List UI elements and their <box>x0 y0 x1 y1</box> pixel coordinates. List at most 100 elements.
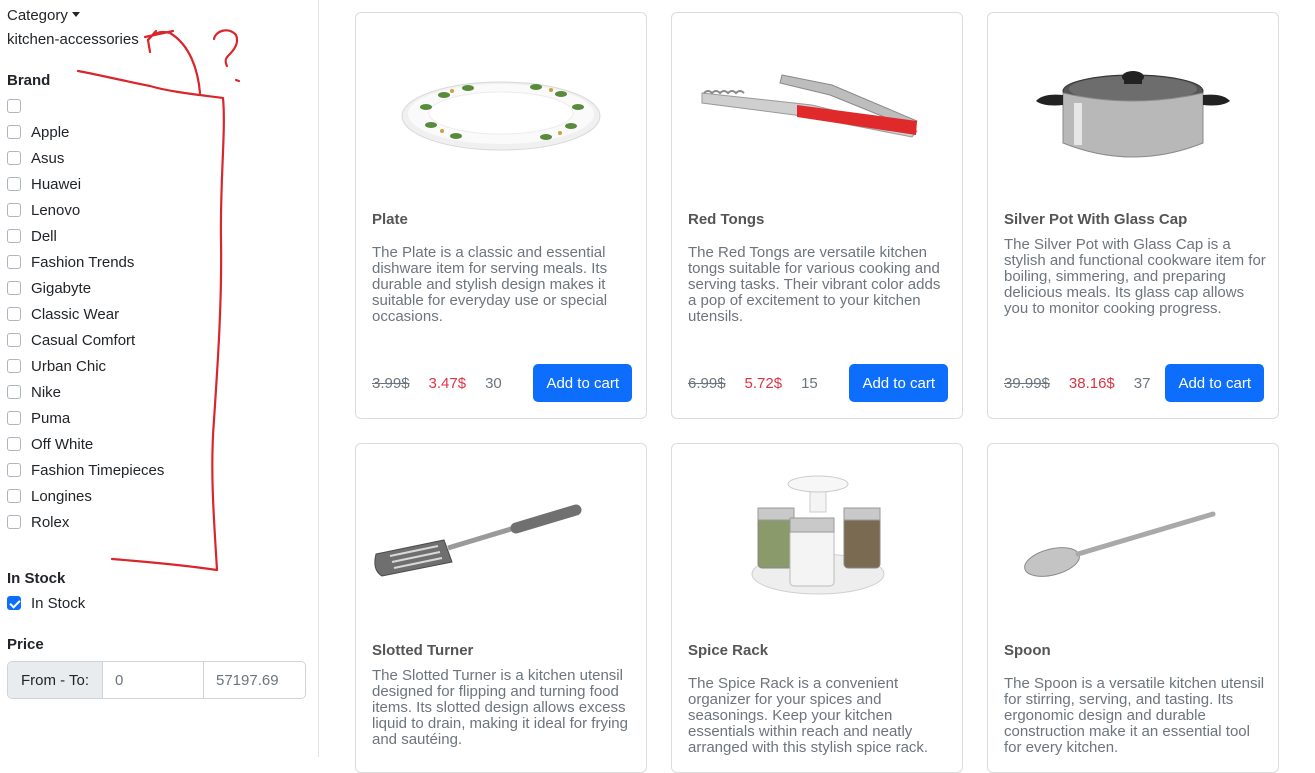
brand-label: Urban Chic <box>31 357 107 375</box>
product-footer: 6.99$ 5.72$ 15 Add to cart <box>688 364 948 402</box>
brand-checkbox[interactable] <box>7 489 21 503</box>
brand-checkbox[interactable] <box>7 333 21 347</box>
product-card: Silver Pot With Glass Cap The Silver Pot… <box>987 12 1279 419</box>
brand-checkbox[interactable] <box>7 463 21 477</box>
stock-count: 30 <box>485 374 502 392</box>
product-title: Plate <box>372 211 408 228</box>
plate-image <box>401 81 601 151</box>
brand-option-gigabyte[interactable]: Gigabyte <box>7 275 164 301</box>
brand-option-blank[interactable] <box>7 93 164 119</box>
selected-category: kitchen-accessories <box>7 31 139 48</box>
filter-sidebar: Category kitchen-accessories Brand Apple… <box>0 0 319 757</box>
brand-option-fashion-timepieces[interactable]: Fashion Timepieces <box>7 457 164 483</box>
in-stock-filter-title: In Stock <box>7 570 66 587</box>
caret-down-icon <box>71 12 80 17</box>
brand-label: Casual Comfort <box>31 331 136 349</box>
brand-checkbox[interactable] <box>7 151 21 165</box>
product-card: Slotted Turner The Slotted Turner is a k… <box>355 443 647 773</box>
silver-pot-image <box>1036 71 1230 158</box>
brand-checkbox[interactable] <box>7 307 21 321</box>
original-price: 3.99$ <box>372 374 410 392</box>
product-card: Plate The Plate is a classic and essenti… <box>355 12 647 419</box>
category-toggle-label: Category <box>7 7 68 24</box>
brand-option-urban-chic[interactable]: Urban Chic <box>7 353 164 379</box>
brand-checkbox[interactable] <box>7 203 21 217</box>
brand-label: Off White <box>31 435 94 453</box>
discount-price: 5.72$ <box>744 374 783 392</box>
brand-option-rolex[interactable]: Rolex <box>7 509 164 535</box>
original-price: 39.99$ <box>1004 374 1050 392</box>
brand-label: Fashion Timepieces <box>31 461 165 479</box>
stock-count: 15 <box>801 374 818 392</box>
product-title: Spice Rack <box>688 642 769 659</box>
red-tongs-image <box>701 74 918 138</box>
brand-option-dell[interactable]: Dell <box>7 223 164 249</box>
brand-checkbox[interactable] <box>7 515 21 529</box>
brand-checkbox[interactable] <box>7 229 21 243</box>
brand-option-casual-comfort[interactable]: Casual Comfort <box>7 327 164 353</box>
brand-label: Lenovo <box>31 201 81 219</box>
product-title: Silver Pot With Glass Cap <box>1004 211 1188 228</box>
brand-label: Asus <box>31 149 65 167</box>
in-stock-checkbox[interactable] <box>7 596 21 610</box>
add-to-cart-button[interactable]: Add to cart <box>849 364 948 402</box>
stock-count: 37 <box>1133 374 1151 392</box>
product-description: The Spice Rack is a convenient organizer… <box>688 675 929 756</box>
brand-list: Apple Asus Huawei Lenovo Dell Fashion Tr… <box>7 93 164 535</box>
add-to-cart-button[interactable]: Add to cart <box>533 364 632 402</box>
brand-label: Longines <box>31 487 92 505</box>
product-title: Red Tongs <box>688 211 765 228</box>
brand-checkbox[interactable] <box>7 411 21 425</box>
brand-option-apple[interactable]: Apple <box>7 119 164 145</box>
product-description: The Silver Pot with Glass Cap is a styli… <box>1004 236 1266 317</box>
product-description: The Plate is a classic and essential dis… <box>372 244 608 325</box>
brand-filter-title: Brand <box>7 72 51 89</box>
brand-label: Puma <box>31 409 71 427</box>
price-range-label: From - To: <box>8 662 103 698</box>
brand-label: Apple <box>31 123 70 141</box>
brand-option-asus[interactable]: Asus <box>7 145 164 171</box>
brand-label: Huawei <box>31 175 82 193</box>
brand-option-nike[interactable]: Nike <box>7 379 164 405</box>
brand-checkbox[interactable] <box>7 281 21 295</box>
brand-option-lenovo[interactable]: Lenovo <box>7 197 164 223</box>
original-price: 6.99$ <box>688 374 726 392</box>
brand-option-off-white[interactable]: Off White <box>7 431 164 457</box>
product-description: The Slotted Turner is a kitchen utensil … <box>372 667 628 748</box>
brand-label: Dell <box>31 227 57 245</box>
brand-checkbox[interactable] <box>7 255 21 269</box>
in-stock-option[interactable]: In Stock <box>7 592 85 614</box>
brand-option-longines[interactable]: Longines <box>7 483 164 509</box>
brand-label: Fashion Trends <box>31 253 135 271</box>
price-from-input[interactable] <box>103 662 204 698</box>
product-card: Spice Rack The Spice Rack is a convenien… <box>671 443 963 773</box>
brand-option-classic-wear[interactable]: Classic Wear <box>7 301 164 327</box>
discount-price: 38.16$ <box>1068 374 1115 392</box>
brand-option-huawei[interactable]: Huawei <box>7 171 164 197</box>
brand-option-puma[interactable]: Puma <box>7 405 164 431</box>
brand-option-fashion-trends[interactable]: Fashion Trends <box>7 249 164 275</box>
brand-checkbox[interactable] <box>7 125 21 139</box>
brand-checkbox[interactable] <box>7 385 21 399</box>
product-title: Slotted Turner <box>372 642 474 659</box>
category-dropdown-toggle[interactable]: Category <box>7 7 80 24</box>
discount-price: 3.47$ <box>428 374 467 392</box>
brand-checkbox[interactable] <box>7 177 21 191</box>
in-stock-label: In Stock <box>31 594 86 612</box>
price-to-input[interactable] <box>204 662 305 698</box>
brand-checkbox[interactable] <box>7 437 21 451</box>
product-title: Spoon <box>1004 642 1051 659</box>
product-description: The Red Tongs are versatile kitchen tong… <box>688 244 941 325</box>
slotted-turner-image <box>374 504 582 577</box>
add-to-cart-button[interactable]: Add to cart <box>1165 364 1264 402</box>
product-footer: 3.99$ 3.47$ 30 Add to cart <box>372 364 632 402</box>
brand-label: Gigabyte <box>31 279 92 297</box>
brand-label: Nike <box>31 383 62 401</box>
brand-checkbox[interactable] <box>7 99 21 113</box>
brand-label: Classic Wear <box>31 305 120 323</box>
spice-rack-image <box>751 475 885 595</box>
price-range-group: From - To: <box>7 661 306 699</box>
product-card: Red Tongs The Red Tongs are versatile ki… <box>671 12 963 419</box>
product-card: Spoon The Spoon is a versatile kitchen u… <box>987 443 1279 773</box>
brand-checkbox[interactable] <box>7 359 21 373</box>
